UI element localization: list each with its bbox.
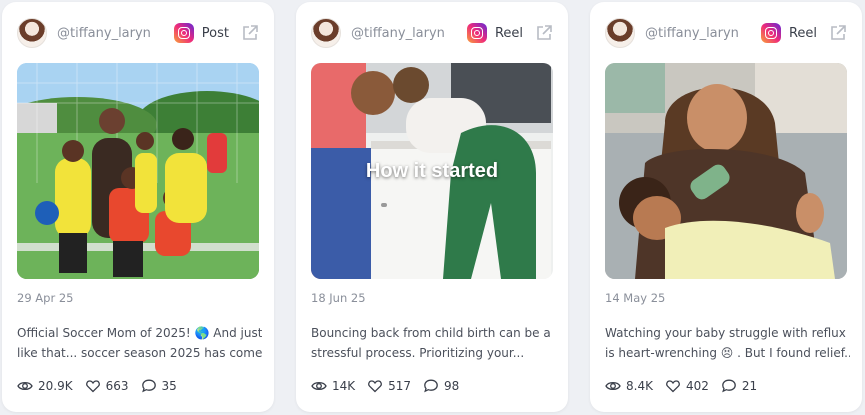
reel-thumbnail[interactable]	[605, 63, 847, 279]
reel-overlay-text: How it started	[365, 160, 499, 182]
avatar[interactable]	[17, 18, 47, 48]
heart-icon	[368, 380, 383, 393]
card-header: @tiffany_laryn Post	[17, 16, 259, 50]
views-count: 20.9K	[38, 379, 73, 393]
instagram-icon	[173, 23, 194, 43]
post-stats: 8.4K 402 21	[605, 378, 769, 394]
post-card[interactable]: @tiffany_laryn Post 29 Apr 25 Official S…	[2, 2, 274, 412]
post-type-label: Reel	[788, 25, 817, 41]
username[interactable]: @tiffany_laryn	[351, 26, 467, 41]
username[interactable]: @tiffany_laryn	[645, 26, 761, 41]
post-type-label: Post	[201, 25, 229, 41]
likes-stat: 402	[665, 378, 709, 394]
avatar[interactable]	[605, 18, 635, 48]
views-stat: 8.4K	[605, 378, 653, 394]
post-date: 29 Apr 25	[17, 291, 74, 305]
external-link-icon[interactable]	[829, 24, 847, 42]
eye-icon	[17, 381, 33, 391]
caption-line: stressful process. Prioritizing your...	[311, 346, 525, 360]
post-thumbnail[interactable]	[17, 63, 259, 279]
card-header: @tiffany_laryn Reel	[311, 16, 553, 50]
comments-stat: 21	[721, 378, 757, 394]
comments-stat: 98	[423, 378, 459, 394]
comment-icon	[141, 379, 156, 393]
caption-line: Watching your baby struggle with reflux	[605, 326, 846, 340]
instagram-icon	[466, 23, 487, 43]
reel-thumbnail[interactable]: How it started	[311, 63, 553, 279]
card-header: @tiffany_laryn Reel	[605, 16, 847, 50]
post-stats: 14K 517 98	[311, 378, 471, 394]
eye-icon	[311, 381, 327, 391]
caption-line: Official Soccer Mom of 2025! 🌎 And just	[17, 326, 262, 340]
post-date: 18 Jun 25	[311, 291, 366, 305]
caption-line: is heart-wrenching 😣 . But I found relie…	[605, 346, 850, 360]
post-caption: Watching your baby struggle with reflux …	[605, 323, 850, 363]
views-count: 14K	[332, 379, 356, 393]
views-count: 8.4K	[626, 379, 653, 393]
instagram-icon	[760, 23, 781, 43]
likes-stat: 517	[367, 378, 411, 394]
likes-count: 402	[685, 379, 709, 393]
post-date: 14 May 25	[605, 291, 666, 305]
post-type-label: Reel	[494, 25, 523, 41]
mother-baby-photo	[605, 63, 847, 279]
external-link-icon[interactable]	[535, 24, 553, 42]
post-card[interactable]: @tiffany_laryn Reel How it started 18 Ju…	[296, 2, 568, 412]
username[interactable]: @tiffany_laryn	[57, 26, 174, 41]
heart-icon	[85, 380, 100, 393]
post-stats: 20.9K 663 35	[17, 378, 189, 394]
caption-line: Bouncing back from child birth can be a	[311, 326, 551, 340]
views-stat: 14K	[311, 378, 355, 394]
likes-stat: 663	[85, 378, 129, 394]
comments-stat: 35	[141, 378, 177, 394]
external-link-icon[interactable]	[241, 24, 259, 42]
comments-count: 35	[161, 379, 177, 393]
comment-icon	[722, 379, 736, 393]
comments-count: 21	[741, 379, 758, 393]
heart-icon	[666, 380, 680, 393]
post-card[interactable]: @tiffany_laryn Reel 14 May 25 Watching y…	[590, 2, 862, 412]
soccer-photo	[17, 63, 259, 279]
comment-icon	[424, 379, 438, 393]
post-caption: Bouncing back from child birth can be a …	[311, 323, 556, 363]
likes-count: 663	[105, 379, 129, 393]
eye-icon	[605, 381, 621, 391]
likes-count: 517	[388, 379, 412, 393]
post-caption: Official Soccer Mom of 2025! 🌎 And just …	[17, 323, 262, 363]
avatar[interactable]	[311, 18, 341, 48]
views-stat: 20.9K	[17, 378, 73, 394]
comments-count: 98	[444, 379, 460, 393]
caption-line: like that... soccer season 2025 has come…	[17, 346, 262, 360]
